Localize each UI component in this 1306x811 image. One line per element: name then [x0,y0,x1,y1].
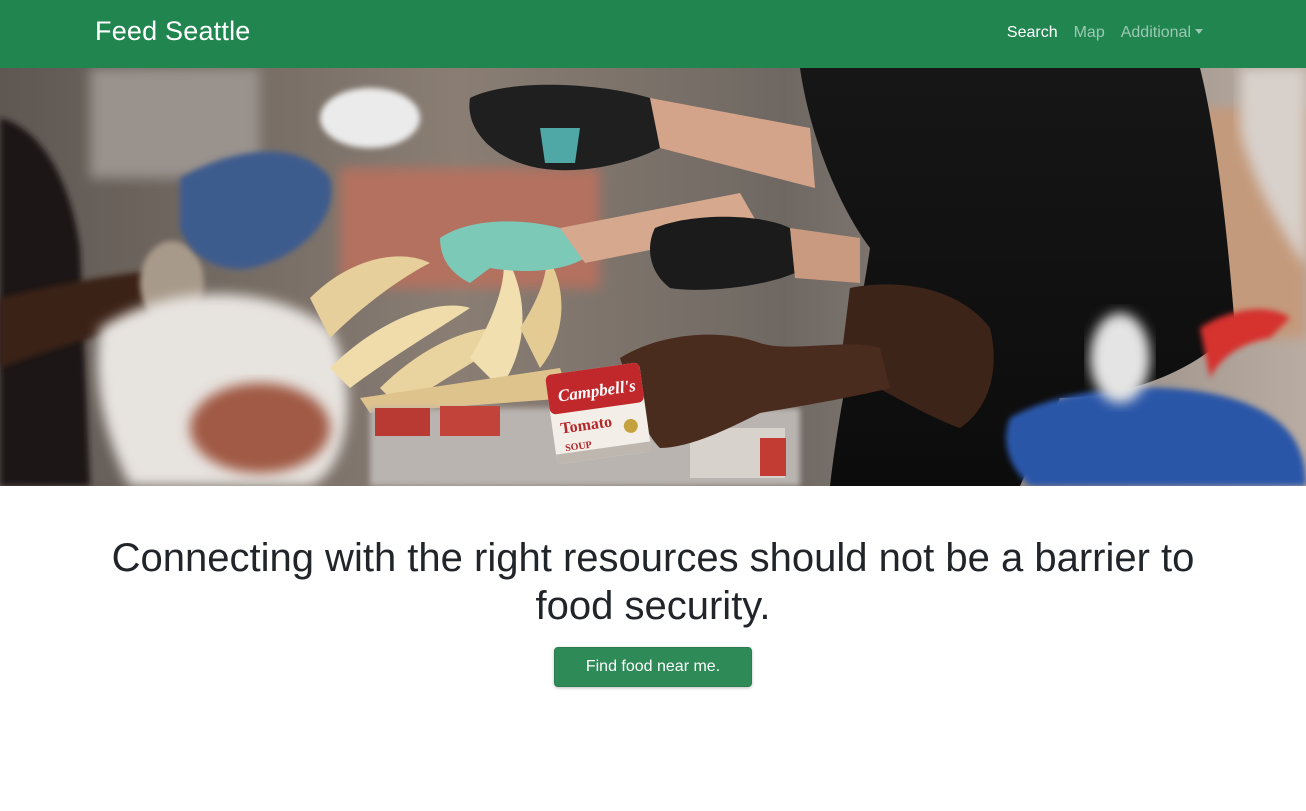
nav-dropdown-label: Additional [1120,24,1191,41]
nav-link-search[interactable]: Search [1007,24,1058,42]
nav-link-map[interactable]: Map [1074,24,1105,42]
hero-tagline: Connecting with the right resources shou… [111,536,1195,628]
soup-can: Campbell's Tomato SOUP [545,362,652,465]
nav-dropdown-additional[interactable]: Additional [1121,24,1203,42]
food-bank-photo: Campbell's Tomato SOUP [0,68,1306,486]
nav-links: Search Map Additional [1007,24,1203,42]
black-glove-middle [650,216,795,290]
caret-down-icon [1195,29,1203,34]
top-navbar: Feed Seattle Search Map Additional [0,0,1306,68]
brand-link[interactable]: Feed Seattle [95,16,251,47]
hero-image: Campbell's Tomato SOUP [0,68,1306,486]
find-food-button[interactable]: Find food near me. [554,647,752,687]
